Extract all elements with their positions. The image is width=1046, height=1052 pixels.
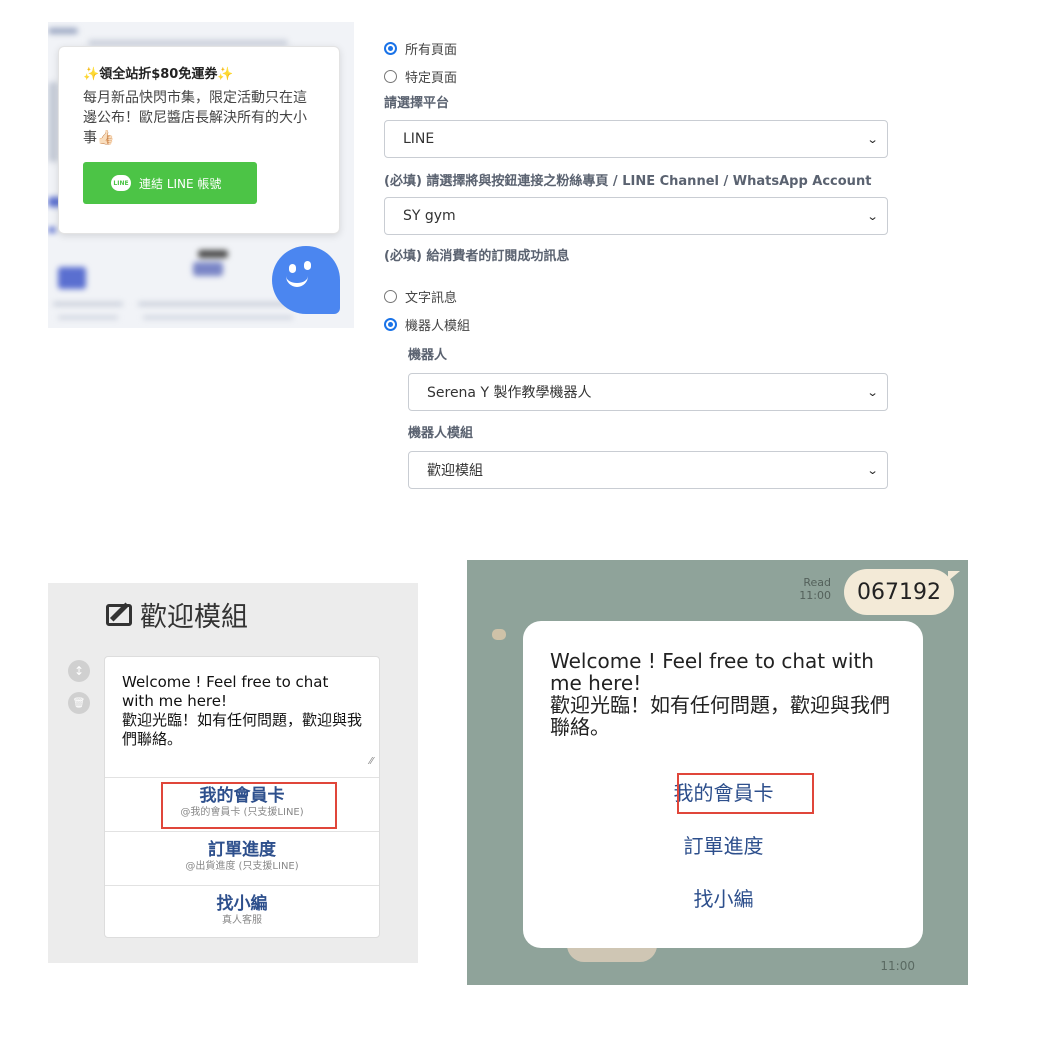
radio-text-message[interactable]: 文字訊息 <box>384 282 888 310</box>
read-receipt: Read 11:00 <box>799 576 831 602</box>
settings-form: 所有頁面 特定頁面 請選擇平台 LINE ⌄ (必填) 請選擇將與按鈕連接之粉絲… <box>384 34 888 489</box>
sparkle-icon: ✨ <box>217 67 234 82</box>
radio-bot-module[interactable]: 機器人模組 <box>384 310 888 338</box>
editor-button-find-staff[interactable]: 找小編 真人客服 <box>105 885 379 937</box>
chevron-down-icon: ⌄ <box>866 132 879 146</box>
promo-body: 每月新品快閃市集，限定活動只在這邊公布！歐尼醬店長解決所有的大小事👍🏻 <box>83 90 307 146</box>
connect-line-button[interactable]: LINE 連結 LINE 帳號 <box>83 162 257 204</box>
bot-message-text: Welcome ! Feel free to chat with me here… <box>550 649 890 739</box>
channel-select[interactable]: SY gym ⌄ <box>384 197 888 235</box>
move-icon[interactable]: ↕ <box>68 660 90 682</box>
radio-all-pages[interactable]: 所有頁面 <box>384 34 888 62</box>
chevron-down-icon: ⌄ <box>866 463 879 477</box>
radio-unselected-icon[interactable] <box>384 69 397 83</box>
promo-title: ✨領全站折$80免運券✨ <box>83 67 234 82</box>
radio-specific-pages[interactable]: 特定頁面 <box>384 62 888 90</box>
bot-select[interactable]: Serena Y 製作教學機器人 ⌄ <box>408 373 888 411</box>
highlight-box <box>677 773 814 814</box>
radio-selected-icon[interactable] <box>384 41 397 55</box>
message-textarea[interactable]: Welcome ! Feel free to chat with me here… <box>105 657 379 777</box>
line-chat-preview: Read 11:00 067192 Welcome ! Feel free to… <box>467 560 968 985</box>
editor-title: 歡迎模組 <box>106 595 248 634</box>
resize-handle-icon[interactable]: ⁄⁄ <box>370 752 373 771</box>
editor-button-member-card[interactable]: 我的會員卡 @我的會員卡 (只支援LINE) <box>105 777 379 831</box>
channel-label: (必填) 請選擇將與按鈕連接之粉絲專頁 / LINE Channel / Wha… <box>384 174 872 189</box>
radio-unselected-icon[interactable] <box>384 289 397 303</box>
editor-button-order-progress[interactable]: 訂單進度 @出貨進度 (只支援LINE) <box>105 831 379 885</box>
success-message-label: (必填) 給消費者的訂閱成功訊息 <box>384 249 570 264</box>
highlight-box <box>161 782 337 829</box>
edit-icon <box>106 603 132 626</box>
sparkle-icon: ✨ <box>83 67 100 82</box>
platform-select[interactable]: LINE ⌄ <box>384 120 888 158</box>
chat-button-find-staff[interactable]: 找小編 <box>550 873 897 926</box>
chat-button-order-progress[interactable]: 訂單進度 <box>550 820 897 873</box>
chevron-down-icon: ⌄ <box>866 385 879 399</box>
message-timestamp: 11:00 <box>880 959 915 973</box>
platform-label: 請選擇平台 <box>384 96 450 111</box>
connect-line-label: 連結 LINE 帳號 <box>139 176 222 191</box>
bot-avatar-icon <box>492 629 506 640</box>
user-message-bubble: 067192 <box>844 569 960 615</box>
bot-module-select[interactable]: 歡迎模組 ⌄ <box>408 451 888 489</box>
radio-selected-icon[interactable] <box>384 317 397 331</box>
bot-label: 機器人 <box>408 348 448 363</box>
bot-module-label: 機器人模組 <box>408 426 474 441</box>
module-editor: 歡迎模組 ↕ 🗑 Welcome ! Feel free to chat wit… <box>48 583 418 963</box>
chat-button-member-card[interactable]: 我的會員卡 <box>550 767 897 820</box>
promo-popup: ✨領全站折$80免運券✨ 每月新品快閃市集，限定活動只在這邊公布！歐尼醬店長解決… <box>58 46 340 234</box>
delete-icon[interactable]: 🗑 <box>68 692 90 714</box>
chevron-down-icon: ⌄ <box>866 209 879 223</box>
bot-message-bubble: Welcome ! Feel free to chat with me here… <box>523 621 923 948</box>
chatbot-avatar-icon[interactable] <box>272 246 340 314</box>
message-card: Welcome ! Feel free to chat with me here… <box>104 656 380 938</box>
line-logo-icon: LINE <box>111 175 131 191</box>
